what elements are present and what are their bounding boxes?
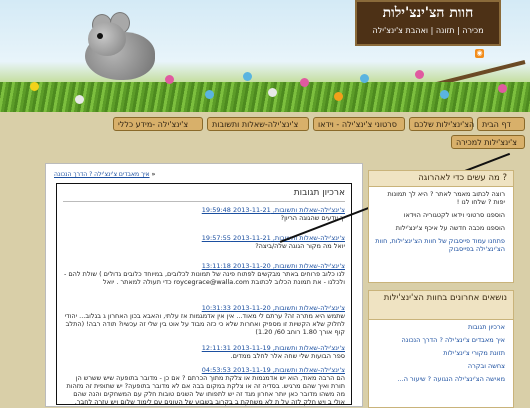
comments-archive: ארכיון תגובות צ'ינצ'ילה-שאלות ותשובות, 2… [56,183,352,406]
comment-meta-link[interactable]: צ'ינצ'ילה-שאלות ותשובות, 2013-11-21 19:5… [63,206,345,214]
comment-text: הם הרבה מאוד, הוא יש אדמגמות או צלקת מתו… [66,374,345,406]
comment-entry: צ'ינצ'ילה-שאלות ותשובות, 2013-11-20 13:1… [63,262,345,286]
comment-meta-link[interactable]: צ'ינצ'ילה-שאלות ותשובות, 2013-11-21 19:5… [63,234,345,242]
flower-icon [243,72,252,81]
nav-for-sale[interactable]: צ'ינצ'ילות למכירה [451,135,525,149]
comment-entry: צ'ינצ'ילה-שאלות ותשובות, 2013-11-21 19:5… [63,234,345,250]
nav-general-info[interactable]: צ'ינצ'ילה -מידע כללי [113,117,203,131]
site-title[interactable]: חוות הצ'ינצ'ילות [357,5,499,22]
flower-icon [268,88,277,97]
chinchilla-eye [97,33,103,39]
sidebar-news-item[interactable]: פתחנו עמוד פייסבוק של חוות הצ'ינצ'ילות, … [369,234,513,255]
rss-icon[interactable]: ◉ [475,49,484,58]
flower-icon [205,90,214,99]
main-content: איך מאבדים צ'ינצ'ילה ? הדרך הנכונה » ארכ… [45,163,363,407]
site-header: חוות הצ'ינצ'ילות מכירה | תזונה | ואהבת צ… [0,0,530,112]
flower-icon [165,75,174,84]
comment-entry: צ'ינצ'ילה-שאלות ותשובות, 2013-11-20 10:3… [63,304,345,336]
comment-text: יואל מה מקור הגוגה שלה/ביצה? [255,242,345,250]
flower-icon [360,74,369,83]
sidebar-recent-link[interactable]: איך מאבדים צ'ינצ'ילה ? הדרך הנכונה [369,333,513,346]
flower-icon [415,70,424,79]
sidebar-news-item: רוצה לכתוב מאמר לאתר ? היא לך תמונות יפו… [387,190,505,206]
divider [63,201,345,202]
comment-entry: צ'ינצ'ילה-שאלות ותשובות, 2013-11-21 19:5… [63,206,345,222]
comment-text: שתמש היא מתרה זה? ערתם לי מאוד... אין אי… [64,312,345,336]
flower-icon [30,82,39,91]
top-links[interactable]: מכירה | תזונה | ואהבת צ'ינצ'ילה [357,26,499,35]
flower-icon [300,78,309,87]
comment-meta-link[interactable]: צ'ינצ'ילה-שאלות ותשובות, 2013-11-20 13:1… [63,262,345,270]
sidebar-recent-link[interactable]: מאישה הצ'ינצ'ילה הנגועה ? שיעור ה... [369,372,513,385]
archive-title: ארכיון תגובות [293,188,345,198]
breadcrumb-link[interactable]: איך מאבדים צ'ינצ'ילה ? הדרך הנכונה [54,171,150,178]
comment-text: ספר הבועות שלי שחה אלר לחלב ממדים. [230,352,345,360]
nav-your-chinchillas[interactable]: הצ'ינצ'ילות שלכם [409,117,474,131]
sidebar-box-recent: נושאים אחרונים בחוות הצ'ינצ'ילות ארכיון … [368,290,514,408]
chinchilla-head [88,22,126,56]
sidebar-box-title: מה עשים כדי לאהרוגה ? [369,171,513,187]
sidebar-news-item: הוספנו מכבה חדשה על איכף צ'ינצ'ילות [395,224,505,232]
comment-meta-link[interactable]: צ'ינצ'ילה-שאלות ותשובות, 2013-11-19 04:5… [63,366,345,374]
sidebar-recent-link[interactable]: צחשה ובקרה [369,359,513,372]
flower-icon [75,95,84,104]
sidebar-box-title: נושאים אחרונים בחוות הצ'ינצ'ילות [369,291,513,320]
main-nav: דף הבית הצ'ינצ'ילות שלכם סרטוני צ'ינצ'יל… [105,117,525,157]
breadcrumb: איך מאבדים צ'ינצ'ילה ? הדרך הנכונה » [54,171,155,178]
breadcrumb-separator: » [151,171,156,178]
comment-entry: צ'ינצ'ילה-שאלות ותשובות, 2013-11-19 04:5… [63,366,345,406]
nav-home[interactable]: דף הבית [477,117,525,131]
nav-videos[interactable]: סרטוני צ'ינצ'ילה - וידאו [313,117,405,131]
sidebar-box-news: מה עשים כדי לאהרוגה ? רוצה לכתוב מאמר לא… [368,170,514,283]
nav-qa[interactable]: צ'ינצ'ילה-שאלות ותשובות [207,117,309,131]
comment-meta-link[interactable]: צ'ינצ'ילה-שאלות ותשובות, 2013-11-19 12:1… [63,344,345,352]
sidebar-recent-link[interactable]: ארכיון תגובות [369,320,513,333]
flower-icon [440,90,449,99]
flower-icon [334,92,343,101]
site-logo-board[interactable]: חוות הצ'ינצ'ילות מכירה | תזונה | ואהבת צ… [355,0,501,46]
comment-meta-link[interactable]: צ'ינצ'ילה-שאלות ותשובות, 2013-11-20 10:3… [63,304,345,312]
comment-text: לנו כלוב פרוחים באתר מבקשים לפתוח פינה ש… [63,270,345,286]
comment-entry: צ'ינצ'ילה-שאלות ותשובות, 2013-11-19 12:1… [63,344,345,360]
flower-icon [498,84,507,93]
sidebar-recent-link[interactable]: תזונת מקורי צ'ינצ'ילות [369,346,513,359]
sidebar-news-item: הוספנו סרטוני וידאו לקטגוריה הוידאו [403,211,505,219]
comment-text: יך יודעים שהגוגה הריון? [280,214,345,222]
